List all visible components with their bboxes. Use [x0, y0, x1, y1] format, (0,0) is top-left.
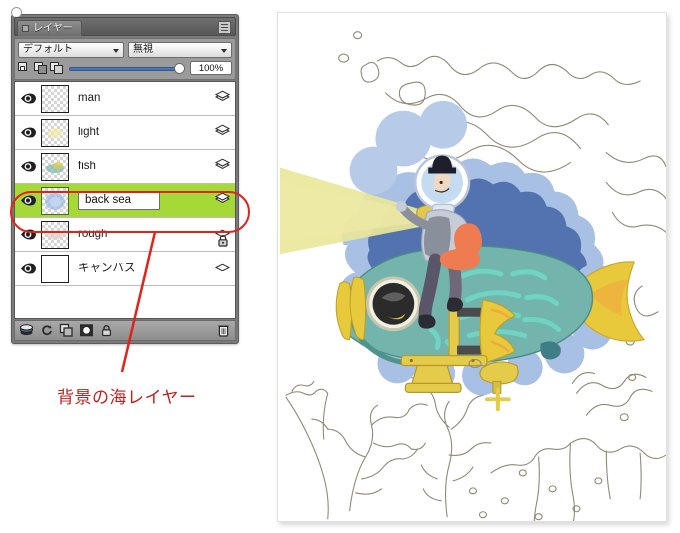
layer-toolbar: [14, 320, 236, 341]
panel-menu-icon[interactable]: [218, 21, 231, 34]
layer-row-light[interactable]: light: [15, 116, 235, 150]
layer-row-icons: [207, 116, 235, 149]
tab-layers[interactable]: レイヤー: [17, 20, 82, 36]
layer-stack-icon[interactable]: [214, 88, 231, 106]
new-layer-icon[interactable]: [19, 323, 34, 338]
layer-thumbnail[interactable]: [41, 220, 69, 249]
layer-row-rough[interactable]: rough: [15, 218, 235, 252]
layer-name-input[interactable]: back sea: [78, 190, 161, 211]
chevron-down-icon: [221, 49, 227, 53]
opacity-slider[interactable]: [69, 62, 185, 75]
layer-row-icons: [207, 218, 235, 251]
opacity-slider-knob[interactable]: [174, 62, 185, 74]
lock-pixels-icon[interactable]: [34, 61, 48, 75]
layer-stack-icon[interactable]: [214, 122, 231, 140]
layer-stack-icon[interactable]: [214, 190, 231, 208]
layer-mask-icon[interactable]: [79, 323, 94, 338]
alpha-mode-select[interactable]: 無視: [127, 42, 232, 58]
chevron-down-icon: [112, 49, 119, 53]
layer-stack-icon[interactable]: [214, 156, 231, 174]
duplicate-layer-icon[interactable]: [59, 323, 74, 338]
canvas-preview[interactable]: [277, 12, 667, 522]
visibility-toggle-icon[interactable]: [15, 93, 41, 104]
layer-row-キャンバス[interactable]: キャンバス: [15, 252, 235, 286]
layer-row-man[interactable]: man: [15, 82, 235, 116]
layer-name[interactable]: light: [69, 127, 207, 139]
visibility-toggle-icon[interactable]: [15, 161, 41, 172]
layer-thumbnail[interactable]: [41, 186, 69, 215]
blend-mode-select[interactable]: デフォルト: [18, 42, 124, 58]
visibility-toggle-icon[interactable]: [15, 263, 41, 274]
lock-layer-icon[interactable]: [99, 323, 114, 338]
lock-position-icon[interactable]: [50, 61, 64, 75]
layer-name[interactable]: back sea: [69, 190, 207, 211]
layer-row-back-sea[interactable]: back sea: [15, 184, 235, 218]
visibility-toggle-icon[interactable]: [15, 195, 41, 206]
merge-down-icon[interactable]: [39, 323, 54, 338]
lock-alpha-icon[interactable]: [18, 61, 32, 75]
layer-row-icons: [207, 184, 235, 217]
layer-palette-window: レイヤー デフォルト 無視 100% man light fish back s…: [11, 7, 239, 344]
layer-lock-icon[interactable]: [217, 234, 229, 252]
alpha-mode-value: 無視: [132, 44, 153, 55]
layer-list[interactable]: man light fish back sea rough キャンバス: [14, 81, 236, 319]
layer-row-fish[interactable]: fish: [15, 150, 235, 184]
layer-row-icons: [207, 252, 235, 285]
layer-row-icons: [207, 82, 235, 115]
layer-name[interactable]: rough: [69, 229, 207, 241]
opacity-value[interactable]: 100%: [190, 61, 232, 75]
tab-layers-label: レイヤー: [33, 22, 73, 34]
palette-titlebar: レイヤー: [14, 17, 236, 36]
layer-row-icons: [207, 150, 235, 183]
mechanical-fish-illustration: [278, 13, 666, 521]
visibility-toggle-icon[interactable]: [15, 229, 41, 240]
layer-name[interactable]: fish: [69, 161, 207, 173]
layer-name[interactable]: man: [69, 93, 207, 105]
layer-stack-icon[interactable]: [214, 258, 231, 276]
layer-controls: デフォルト 無視 100%: [14, 38, 236, 80]
annotation-label: 背景の海レイヤー: [57, 388, 197, 408]
blend-mode-value: デフォルト: [23, 44, 73, 55]
layer-thumbnail[interactable]: [41, 118, 69, 147]
visibility-toggle-icon[interactable]: [15, 127, 41, 138]
trash-icon[interactable]: [216, 323, 231, 338]
layer-thumbnail[interactable]: [41, 84, 69, 113]
layer-thumbnail[interactable]: [41, 254, 69, 283]
square-icon: [22, 25, 29, 32]
layer-thumbnail[interactable]: [41, 152, 69, 181]
layer-name[interactable]: キャンバス: [69, 263, 207, 275]
